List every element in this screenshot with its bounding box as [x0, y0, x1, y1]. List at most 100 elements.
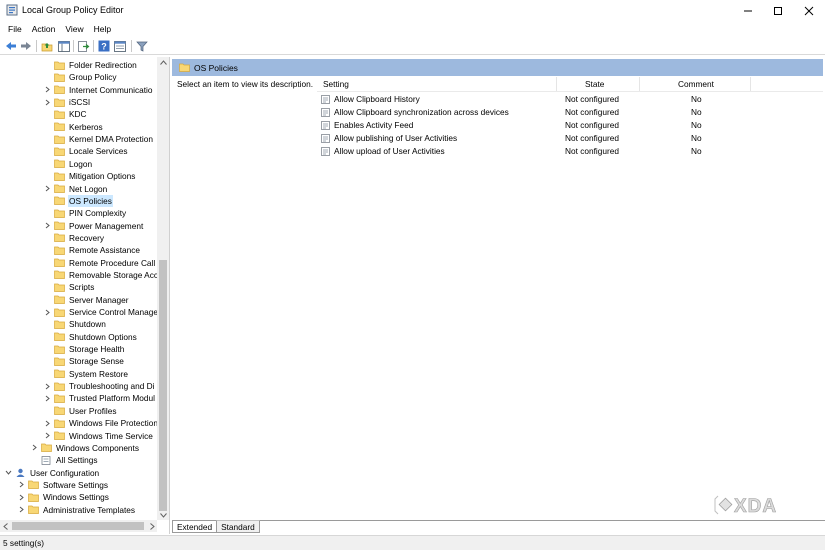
tree-horizontal-scrollbar[interactable]: [0, 520, 157, 532]
tree-item[interactable]: Group Policy: [0, 71, 157, 83]
chevron-right-icon: [45, 420, 50, 427]
scroll-right-button[interactable]: [147, 520, 157, 532]
tree-item[interactable]: Windows Components: [0, 442, 157, 454]
setting-name: Enables Activity Feed: [334, 120, 414, 130]
tree-item[interactable]: Net Logon: [0, 183, 157, 195]
tree-item[interactable]: All Settings: [0, 454, 157, 466]
column-header-comment[interactable]: Comment: [678, 79, 714, 89]
tree-expand-button[interactable]: [43, 382, 51, 390]
tree-item[interactable]: Kernel DMA Protection: [0, 133, 157, 145]
menu-help[interactable]: Help: [89, 21, 116, 37]
tree-expand-button[interactable]: [43, 308, 51, 316]
tree-item[interactable]: Power Management: [0, 220, 157, 232]
column-divider[interactable]: [556, 77, 557, 91]
menu-bar: File Action View Help: [0, 21, 825, 37]
menu-action[interactable]: Action: [27, 21, 61, 37]
column-header-setting[interactable]: Setting: [323, 79, 349, 89]
tree-item[interactable]: Service Control Manage: [0, 306, 157, 318]
folder-icon: [54, 271, 65, 280]
menu-file[interactable]: File: [3, 21, 27, 37]
tree-item-label: User Profiles: [69, 405, 117, 416]
tree-expand-button[interactable]: [17, 506, 25, 514]
tree-item[interactable]: Folder Redirection: [0, 59, 157, 71]
column-divider[interactable]: [750, 77, 751, 91]
tree-item[interactable]: Server Manager: [0, 294, 157, 306]
setting-row[interactable]: Enables Activity Feed Not configured No: [172, 119, 702, 132]
tree-expand-button[interactable]: [43, 86, 51, 94]
tree-item[interactable]: Windows Time Service: [0, 430, 157, 442]
tree-item[interactable]: iSCSI: [0, 96, 157, 108]
tree-expand-button[interactable]: [17, 493, 25, 501]
setting-row[interactable]: Allow upload of User Activities Not confi…: [172, 145, 702, 158]
tree-expand-button[interactable]: [17, 481, 25, 489]
tree-expand-button[interactable]: [43, 432, 51, 440]
up-folder-button[interactable]: [40, 39, 54, 53]
help-button[interactable]: ?: [97, 39, 111, 53]
scroll-up-button[interactable]: [157, 57, 169, 67]
tree-item[interactable]: User Configuration: [0, 467, 157, 479]
filter-button[interactable]: [135, 39, 149, 53]
tree-item[interactable]: Troubleshooting and Di: [0, 380, 157, 392]
tab-extended[interactable]: Extended: [172, 520, 218, 533]
tree-item[interactable]: Scripts: [0, 281, 157, 293]
tree-item[interactable]: Recovery: [0, 232, 157, 244]
tree-item[interactable]: System Restore: [0, 368, 157, 380]
tree-item[interactable]: User Profiles: [0, 405, 157, 417]
tree-expand-button[interactable]: [43, 98, 51, 106]
tree-expand-button[interactable]: [43, 394, 51, 402]
properties-view-button[interactable]: [113, 39, 127, 53]
scroll-left-button[interactable]: [0, 520, 10, 532]
tree-item[interactable]: Mitigation Options: [0, 170, 157, 182]
setting-row[interactable]: Allow Clipboard History Not configured No: [172, 93, 702, 106]
maximize-button[interactable]: [761, 0, 794, 21]
setting-row[interactable]: Allow Clipboard synchronization across d…: [172, 106, 702, 119]
scroll-down-button[interactable]: [157, 510, 169, 520]
tree-item[interactable]: Shutdown: [0, 318, 157, 330]
tree-item[interactable]: Software Settings: [0, 479, 157, 491]
tree-item[interactable]: PIN Complexity: [0, 207, 157, 219]
export-list-button[interactable]: [77, 39, 91, 53]
setting-row[interactable]: Allow publishing of User Activities Not c…: [172, 132, 702, 145]
tree-item[interactable]: Windows Settings: [0, 491, 157, 503]
tree-item[interactable]: Kerberos: [0, 121, 157, 133]
folder-header: OS Policies: [172, 59, 823, 76]
tree-item[interactable]: Remote Assistance: [0, 244, 157, 256]
tree-item[interactable]: Remote Procedure Call: [0, 257, 157, 269]
tree-item[interactable]: Windows File Protection: [0, 417, 157, 429]
column-header-state[interactable]: State: [585, 79, 604, 89]
minimize-button[interactable]: [731, 0, 764, 21]
tree-item[interactable]: OS Policies: [0, 194, 157, 207]
tree-item[interactable]: Logon: [0, 158, 157, 170]
tree-item[interactable]: Administrative Templates: [0, 504, 157, 516]
scroll-thumb[interactable]: [159, 260, 167, 511]
forward-button[interactable]: [19, 39, 33, 53]
tab-standard[interactable]: Standard: [216, 520, 260, 533]
tree-item-label: Logon: [69, 158, 93, 169]
tree-vertical-scrollbar[interactable]: [157, 57, 169, 520]
tree-expand-button[interactable]: [43, 419, 51, 427]
tree-item[interactable]: Locale Services: [0, 145, 157, 157]
chevron-right-icon: [19, 482, 24, 488]
setting-comment: No: [691, 94, 702, 104]
tree-item-label: Remote Assistance: [69, 245, 141, 256]
tree-item-label: Folder Redirection: [69, 60, 137, 70]
tree-item[interactable]: KDC: [0, 108, 157, 120]
tree-item[interactable]: Removable Storage Acc: [0, 269, 157, 281]
tree-item[interactable]: Trusted Platform Modul: [0, 392, 157, 404]
scroll-thumb[interactable]: [12, 522, 144, 530]
menu-view[interactable]: View: [60, 21, 88, 37]
tree-item[interactable]: Storage Sense: [0, 355, 157, 367]
tree-item[interactable]: Internet Communicatio: [0, 84, 157, 96]
show-hide-tree-button[interactable]: [57, 39, 71, 53]
column-divider[interactable]: [639, 77, 640, 91]
tree-expand-button[interactable]: [43, 222, 51, 230]
back-button[interactable]: [4, 39, 18, 53]
tree-item[interactable]: Shutdown Options: [0, 331, 157, 343]
chevron-right-icon: [19, 506, 24, 513]
tree-collapse-button[interactable]: [4, 469, 12, 477]
tree-expand-button[interactable]: [30, 444, 38, 452]
close-button[interactable]: [792, 0, 825, 21]
tree-expand-button[interactable]: [43, 185, 51, 193]
chevron-right-icon: [45, 185, 50, 192]
tree-item[interactable]: Storage Health: [0, 343, 157, 355]
